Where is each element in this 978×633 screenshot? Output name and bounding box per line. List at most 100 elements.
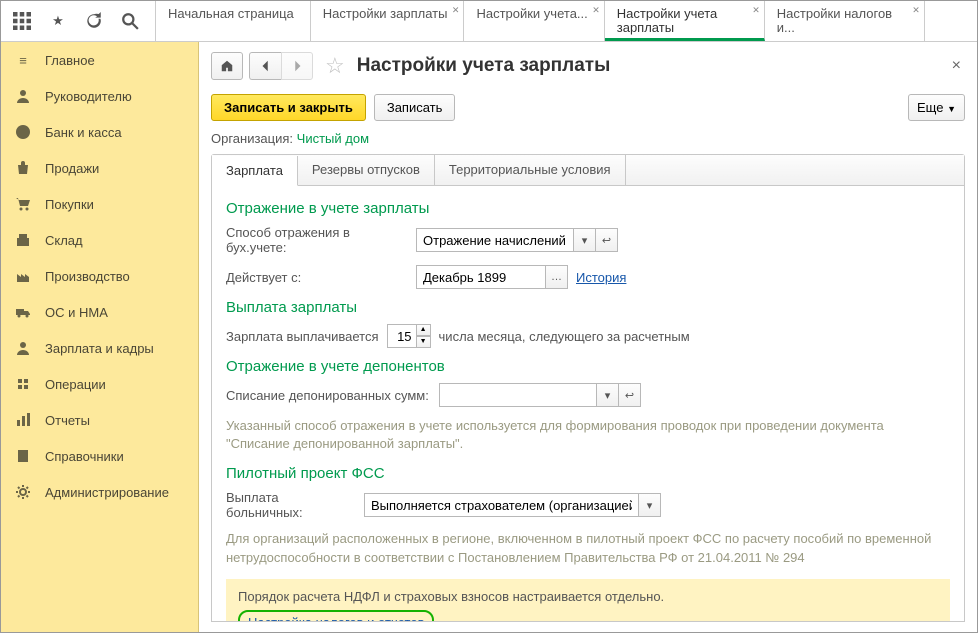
page-toolbar: ☆ Настройки учета зарплаты × [211,52,965,80]
search-icon[interactable] [121,12,139,30]
tab-home[interactable]: Начальная страница [156,1,311,41]
sidebar-item-bank[interactable]: Банк и касса [1,114,198,150]
topbar-tools: ★ [1,1,156,41]
close-icon[interactable]: ✕ [752,5,760,16]
home-button[interactable] [211,52,243,80]
pay-suffix: числа месяца, следующего за расчетным [439,329,690,344]
dropdown-button[interactable]: ▾ [574,228,596,252]
section-title-fss: Пилотный проект ФСС [226,465,950,482]
dropdown-button[interactable]: ▾ [597,383,619,407]
open-button[interactable]: ↩ [596,228,618,252]
sidebar-item-production[interactable]: Производство [1,258,198,294]
tab-reserves[interactable]: Резервы отпусков [298,155,435,185]
tab-tax-settings[interactable]: Настройки налогов и...✕ [765,1,925,41]
save-button[interactable]: Записать [374,94,456,121]
tab-territorial[interactable]: Территориальные условия [435,155,626,185]
window-tabs: Начальная страница Настройки зарплаты✕ Н… [156,1,977,41]
tax-settings-link[interactable]: Настройка налогов и отчетов [248,615,424,621]
sick-label: Выплата больничных: [226,490,356,520]
page-title: Настройки учета зарплаты [357,55,611,77]
reflect-input[interactable] [416,228,574,252]
open-button[interactable]: ↩ [619,383,641,407]
sidebar-item-label: Операции [45,377,106,392]
close-button[interactable]: × [948,57,965,75]
organization-row: Организация: Чистый дом [211,131,965,146]
book-icon [15,448,31,464]
sidebar-item-label: Справочники [45,449,124,464]
apps-icon[interactable] [13,12,31,30]
sidebar-item-label: Руководителю [45,89,132,104]
save-close-button[interactable]: Записать и закрыть [211,94,366,121]
spin-down-button[interactable]: ▼ [417,336,431,348]
sidebar-item-reference[interactable]: Справочники [1,438,198,474]
forward-button[interactable] [281,52,313,80]
sick-input[interactable] [364,493,639,517]
close-icon[interactable]: ✕ [452,5,460,16]
since-input[interactable] [416,265,546,289]
deponent-help: Указанный способ отражения в учете испол… [226,417,950,453]
sidebar-item-salary[interactable]: Зарплата и кадры [1,330,198,366]
deponent-label: Списание депонированных сумм: [226,388,431,403]
warehouse-icon [15,232,31,248]
history-link[interactable]: История [576,270,626,285]
sidebar: ≡ Главное Руководителю Банк и касса Прода… [1,42,199,632]
sidebar-item-label: Банк и касса [45,125,122,140]
dropdown-button[interactable]: ▾ [639,493,661,517]
section-title-deponent: Отражение в учете депонентов [226,358,950,375]
org-label: Организация: [211,131,293,146]
sidebar-item-sales[interactable]: Продажи [1,150,198,186]
pay-day-input[interactable] [387,324,417,348]
since-label: Действует с: [226,270,408,285]
sidebar-item-purchases[interactable]: Покупки [1,186,198,222]
sidebar-item-admin[interactable]: Администрирование [1,474,198,510]
tab-account-settings[interactable]: Настройки учета...✕ [464,1,604,41]
sidebar-item-reports[interactable]: Отчеты [1,402,198,438]
sidebar-item-assets[interactable]: ОС и НМА [1,294,198,330]
user-icon [15,340,31,356]
truck-icon [15,304,31,320]
history-icon[interactable] [85,12,103,30]
person-icon [15,88,31,104]
sidebar-item-main[interactable]: ≡ Главное [1,42,198,78]
tax-settings-link-box: Настройка налогов и отчетов [238,610,434,621]
topbar: ★ Начальная страница Настройки зарплаты✕… [1,1,977,42]
section-title-reflection: Отражение в учете зарплаты [226,200,950,217]
sidebar-item-label: Главное [45,53,95,68]
sidebar-item-warehouse[interactable]: Склад [1,222,198,258]
spin-up-button[interactable]: ▲ [417,324,431,336]
star-icon[interactable]: ★ [49,12,67,30]
reflect-label: Способ отражения в бух.учете: [226,225,408,255]
close-icon[interactable]: ✕ [912,5,920,16]
sidebar-item-manager[interactable]: Руководителю [1,78,198,114]
favorite-icon[interactable]: ☆ [319,53,351,79]
tab-salary-settings[interactable]: Настройки зарплаты✕ [311,1,465,41]
close-icon[interactable]: ✕ [592,5,600,16]
more-button[interactable]: Еще ▼ [908,94,965,121]
tab-salary[interactable]: Зарплата [212,156,298,186]
cart-icon [15,196,31,212]
chevron-down-icon: ▼ [947,104,956,114]
pay-label: Зарплата выплачивается [226,329,379,344]
sidebar-item-operations[interactable]: Операции [1,366,198,402]
ruble-icon [15,124,31,140]
sidebar-item-label: Продажи [45,161,99,176]
inner-tabs: Зарплата Резервы отпусков Территориальны… [211,154,965,622]
bag-icon [15,160,31,176]
chart-icon [15,412,31,428]
highlight-text: Порядок расчета НДФЛ и страховых взносов… [238,589,938,604]
content: ☆ Настройки учета зарплаты × Записать и … [199,42,977,632]
sidebar-item-label: Отчеты [45,413,90,428]
inner-tabbar: Зарплата Резервы отпусков Территориальны… [212,155,964,186]
sick-help: Для организаций расположенных в регионе,… [226,530,950,566]
sidebar-item-label: ОС и НМА [45,305,108,320]
sidebar-item-label: Покупки [45,197,94,212]
back-button[interactable] [249,52,281,80]
home-icon: ≡ [15,52,31,68]
ellipsis-button[interactable]: … [546,265,568,289]
inner-body: Отражение в учете зарплаты Способ отраже… [212,186,964,621]
deponent-input[interactable] [439,383,597,407]
action-bar: Записать и закрыть Записать Еще ▼ [211,94,965,121]
highlight-box: Порядок расчета НДФЛ и страховых взносов… [226,579,950,621]
tab-salary-account-settings[interactable]: Настройки учета зарплаты✕ [605,1,765,41]
sidebar-item-label: Производство [45,269,130,284]
